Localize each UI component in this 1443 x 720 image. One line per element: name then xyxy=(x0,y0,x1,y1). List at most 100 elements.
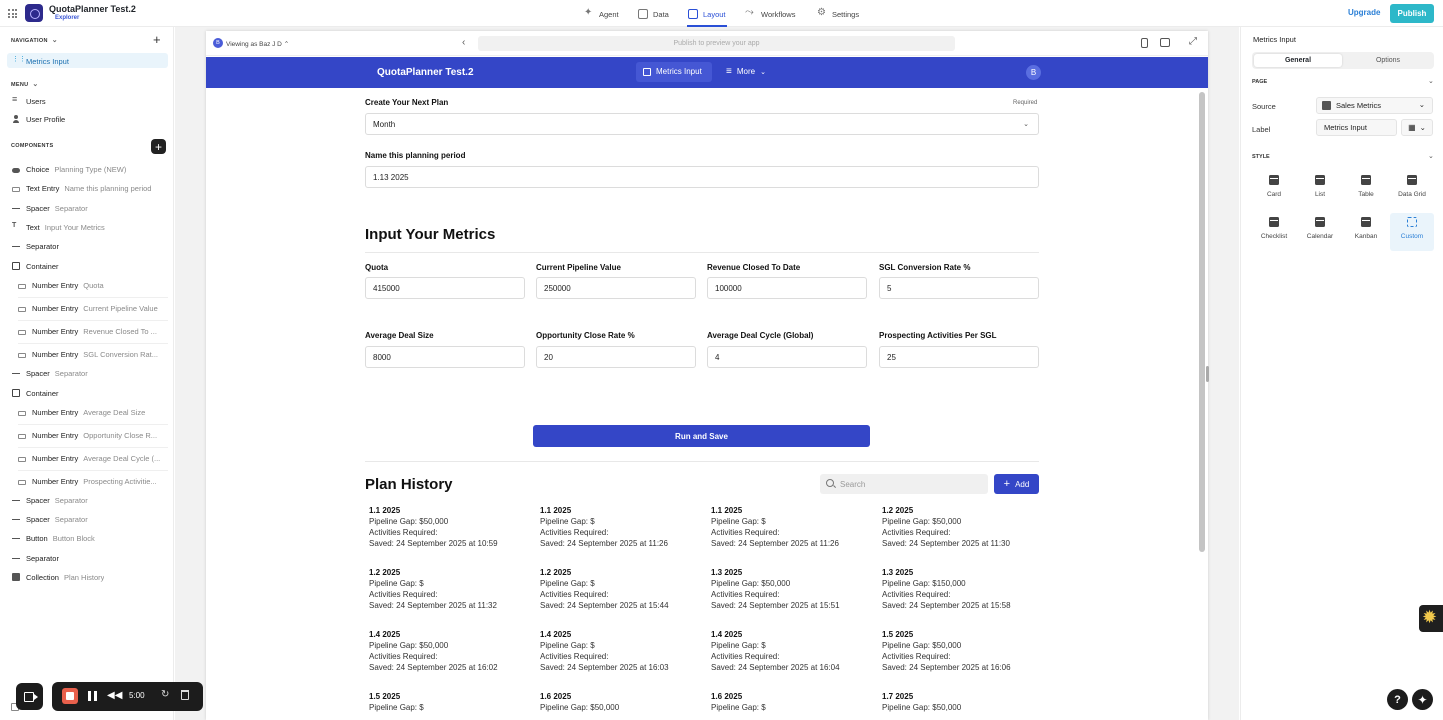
plan-card[interactable]: 1.4 2025 Pipeline Gap: $50,000 Activitie… xyxy=(369,629,534,673)
component-collection[interactable]: Collection Plan History xyxy=(12,571,104,583)
app-grid-icon[interactable] xyxy=(8,9,17,18)
trash-icon[interactable] xyxy=(181,690,189,700)
plan-card[interactable]: 1.3 2025 Pipeline Gap: $50,000 Activitie… xyxy=(711,567,876,611)
plan-card[interactable]: 1.4 2025 Pipeline Gap: $ Activities Requ… xyxy=(540,629,705,673)
style-kanban[interactable]: Kanban xyxy=(1344,213,1388,251)
component-number-entry[interactable]: Number Entry Prospecting Activitie... xyxy=(18,475,166,487)
style-checklist[interactable]: Checklist xyxy=(1252,213,1296,251)
component-button[interactable]: Button Button Block xyxy=(12,532,95,544)
add-button[interactable]: + Add xyxy=(994,474,1039,494)
rewind-icon[interactable]: ◀◀ xyxy=(107,690,122,701)
tab-options[interactable]: Options xyxy=(1344,57,1432,64)
back-arrow-icon[interactable]: ‹ xyxy=(462,37,465,48)
preview-scrollbar[interactable] xyxy=(1199,92,1205,552)
chevron-down-icon[interactable]: ⌄ xyxy=(1428,77,1434,85)
plan-card[interactable]: 1.1 2025 Pipeline Gap: $50,000 Activitie… xyxy=(369,505,534,549)
label-input[interactable]: Metrics Input xyxy=(1316,119,1397,136)
component-number-entry[interactable]: Number Entry Quota xyxy=(18,279,166,291)
expand-icon[interactable]: ⤢ xyxy=(1189,36,1197,47)
style-data-grid[interactable]: Data Grid xyxy=(1390,171,1434,209)
component-number-entry[interactable]: Number Entry Current Pipeline Value xyxy=(18,302,166,314)
plan-card[interactable]: 1.3 2025 Pipeline Gap: $150,000 Activiti… xyxy=(882,567,1047,611)
plan-card[interactable]: 1.4 2025 Pipeline Gap: $ Activities Requ… xyxy=(711,629,876,673)
publish-button[interactable]: Publish xyxy=(1390,4,1434,23)
label-binding-select[interactable]: ▦ ⌄ xyxy=(1401,119,1433,136)
camera-toggle-button[interactable] xyxy=(16,683,43,710)
close-rate-input[interactable]: 20 xyxy=(536,346,696,368)
plan-card[interactable]: 1.6 2025 Pipeline Gap: $ xyxy=(711,691,876,713)
component-container[interactable]: Container xyxy=(12,260,59,272)
plan-card[interactable]: 1.1 2025 Pipeline Gap: $ Activities Requ… xyxy=(711,505,876,549)
deal-size-input[interactable]: 8000 xyxy=(365,346,525,368)
chevron-down-icon[interactable]: ⌄ xyxy=(1428,152,1434,160)
add-component-button[interactable]: + xyxy=(151,139,166,154)
user-avatar[interactable]: B xyxy=(1026,65,1041,80)
style-card[interactable]: Card xyxy=(1252,171,1296,209)
style-table[interactable]: Table xyxy=(1344,171,1388,209)
source-select[interactable]: Sales Metrics ⌄ xyxy=(1316,97,1433,114)
tablet-view-icon[interactable] xyxy=(1160,38,1170,47)
style-list[interactable]: List xyxy=(1298,171,1342,209)
help-button[interactable]: ? xyxy=(1387,689,1408,710)
tab-general[interactable]: General xyxy=(1254,57,1342,64)
deal-cycle-input[interactable]: 4 xyxy=(707,346,867,368)
menu-item-users[interactable]: Users xyxy=(12,94,46,107)
revenue-closed-input[interactable]: 100000 xyxy=(707,277,867,299)
viewing-as-selector[interactable]: Viewing as Baz J D ⌃ xyxy=(226,40,289,48)
component-text-entry[interactable]: Text Entry Name this planning period xyxy=(12,182,151,194)
plan-card[interactable]: 1.2 2025 Pipeline Gap: $ Activities Requ… xyxy=(369,567,534,611)
resize-handle[interactable] xyxy=(1206,366,1209,382)
navigation-section-header[interactable]: NAVIGATION ⌄ xyxy=(11,36,58,44)
stop-recording-button[interactable] xyxy=(62,688,78,704)
plan-card[interactable]: 1.7 2025 Pipeline Gap: $50,000 xyxy=(882,691,1047,713)
component-text[interactable]: Text Input Your Metrics xyxy=(12,221,105,233)
tab-metrics-input[interactable]: Metrics Input xyxy=(643,67,702,76)
component-spacer[interactable]: Spacer Separator xyxy=(12,494,88,506)
component-number-entry[interactable]: Number Entry Revenue Closed To ... xyxy=(18,325,166,337)
plan-type-select[interactable]: Month ⌄ xyxy=(365,113,1039,135)
pause-icon[interactable] xyxy=(88,691,97,701)
nav-data[interactable]: Data xyxy=(638,8,669,20)
component-separator[interactable]: Separator xyxy=(12,552,59,564)
component-spacer[interactable]: Spacer Separator xyxy=(12,202,88,214)
component-separator[interactable]: Separator xyxy=(12,240,59,252)
app-title[interactable]: QuotaPlanner Test.2 xyxy=(377,67,474,78)
component-choice[interactable]: Choice Planning Type (NEW) xyxy=(12,163,126,175)
nav-settings[interactable]: Settings xyxy=(817,7,859,20)
search-input[interactable]: Search xyxy=(820,474,988,494)
component-spacer[interactable]: Spacer Separator xyxy=(12,367,88,379)
assistant-logo-icon[interactable] xyxy=(1419,605,1443,632)
period-name-input[interactable]: 1.13 2025 xyxy=(365,166,1039,188)
component-container[interactable]: Container xyxy=(12,387,59,399)
pipeline-value-input[interactable]: 250000 xyxy=(536,277,696,299)
component-number-entry[interactable]: Number Entry SGL Conversion Rat... xyxy=(18,348,166,360)
plan-card[interactable]: 1.5 2025 Pipeline Gap: $50,000 Activitie… xyxy=(882,629,1047,673)
nav-agent[interactable]: Agent xyxy=(584,7,619,20)
nav-workflows[interactable]: Workflows xyxy=(745,6,795,20)
app-name[interactable]: QuotaPlanner Test.2 xyxy=(49,4,136,14)
nav-item-metrics-input[interactable]: Metrics Input xyxy=(12,55,69,67)
menu-section-header[interactable]: MENU ⌄ xyxy=(11,80,39,88)
plan-card[interactable]: 1.1 2025 Pipeline Gap: $ Activities Requ… xyxy=(540,505,705,549)
ai-sparkle-button[interactable]: ✦ xyxy=(1412,689,1433,710)
quota-input[interactable]: 415000 xyxy=(365,277,525,299)
component-number-entry[interactable]: Number Entry Opportunity Close R... xyxy=(18,429,166,441)
nav-layout[interactable]: Layout xyxy=(688,8,726,20)
viewer-avatar[interactable]: B xyxy=(213,38,223,48)
tab-more[interactable]: ≡ More ⌄ xyxy=(726,66,766,76)
style-calendar[interactable]: Calendar xyxy=(1298,213,1342,251)
plan-card[interactable]: 1.2 2025 Pipeline Gap: $50,000 Activitie… xyxy=(882,505,1047,549)
mobile-view-icon[interactable] xyxy=(1141,38,1148,48)
style-custom[interactable]: Custom xyxy=(1390,213,1434,251)
component-spacer[interactable]: Spacer Separator xyxy=(12,513,88,525)
menu-item-user-profile[interactable]: User Profile xyxy=(12,113,65,125)
add-navigation-icon[interactable]: + xyxy=(153,32,161,47)
component-number-entry[interactable]: Number Entry Average Deal Size xyxy=(18,406,166,418)
run-and-save-button[interactable]: Run and Save xyxy=(533,425,870,447)
plan-card[interactable]: 1.6 2025 Pipeline Gap: $50,000 xyxy=(540,691,705,713)
upgrade-link[interactable]: Upgrade xyxy=(1348,8,1380,17)
sgl-conversion-input[interactable]: 5 xyxy=(879,277,1039,299)
component-number-entry[interactable]: Number Entry Average Deal Cycle (... xyxy=(18,452,166,464)
restart-icon[interactable]: ↻ xyxy=(161,689,169,700)
plan-card[interactable]: 1.5 2025 Pipeline Gap: $ xyxy=(369,691,534,713)
